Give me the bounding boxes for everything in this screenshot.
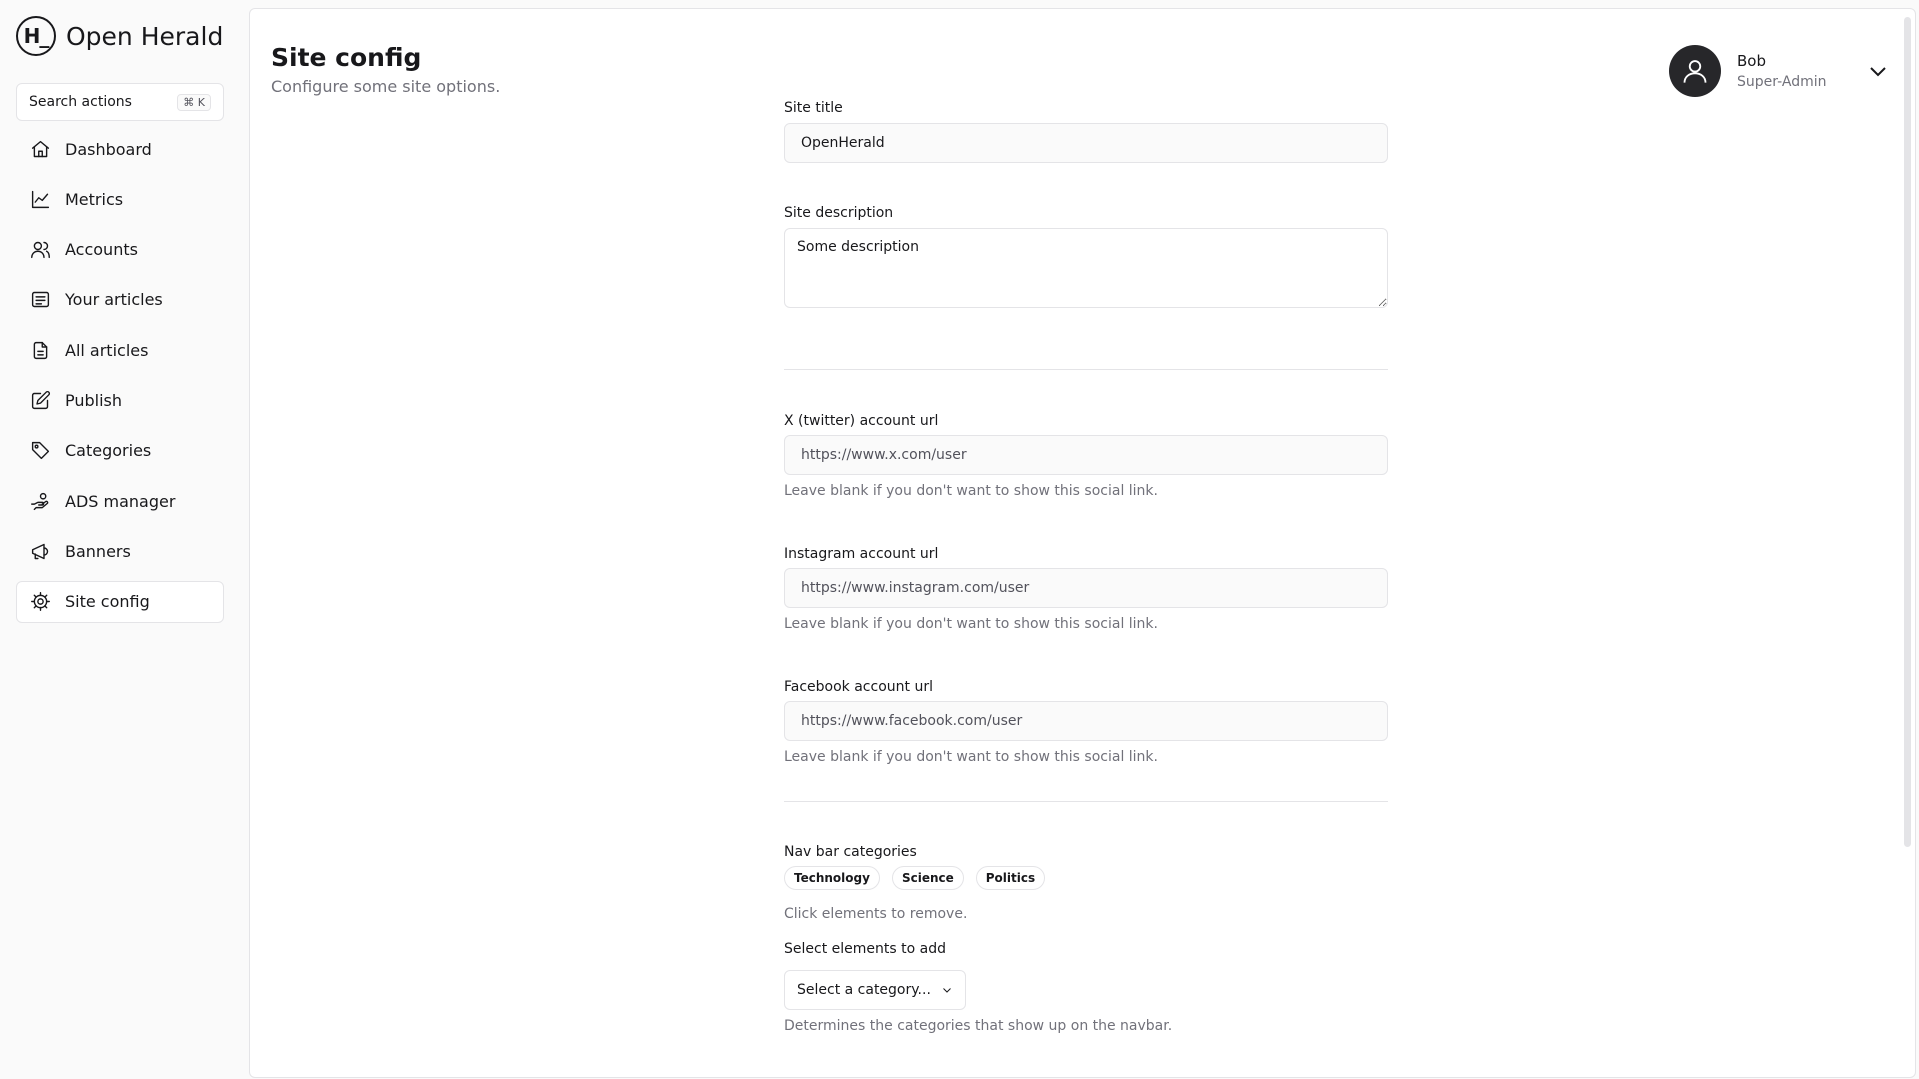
section-divider (784, 369, 1388, 370)
sidebar-item-label: Publish (65, 390, 123, 410)
avatar (1669, 45, 1721, 97)
sidebar: H_ Open Herald Search actions ⌘ K Dashbo… (0, 0, 249, 1079)
search-actions-label: Search actions (29, 94, 132, 110)
sidebar-item-label: Categories (65, 441, 152, 461)
site-title-label: Site title (784, 100, 843, 116)
section-divider (784, 801, 1388, 802)
sidebar-item-your-articles[interactable]: Your articles (16, 279, 224, 321)
site-description-textarea[interactable]: Some description (784, 228, 1388, 308)
user-role: Super-Admin (1737, 74, 1827, 90)
nav-categories-label: Nav bar categories (784, 844, 917, 860)
user-menu[interactable]: Bob Super-Admin (1669, 45, 1891, 97)
user-menu-toggle[interactable] (1865, 58, 1891, 84)
facebook-url-label: Facebook account url (784, 679, 933, 695)
facebook-url-help: Leave blank if you don't want to show th… (784, 749, 1158, 765)
add-categories-label: Select elements to add (784, 941, 946, 957)
files-icon (29, 339, 51, 361)
user-name: Bob (1737, 52, 1766, 70)
gear-icon (29, 591, 51, 613)
category-chip-technology[interactable]: Technology (784, 866, 880, 890)
page-subtitle: Configure some site options. (271, 77, 501, 96)
sidebar-item-label: ADS manager (65, 491, 176, 511)
sidebar-item-banners[interactable]: Banners (16, 530, 224, 572)
facebook-url-input[interactable] (784, 701, 1388, 741)
instagram-url-label: Instagram account url (784, 546, 939, 562)
sidebar-item-label: All articles (65, 340, 149, 360)
list-icon (29, 289, 51, 311)
search-shortcut-badge: ⌘ K (177, 93, 211, 111)
users-icon (29, 239, 51, 261)
sidebar-item-accounts[interactable]: Accounts (16, 229, 224, 271)
home-icon (29, 138, 51, 160)
twitter-url-help: Leave blank if you don't want to show th… (784, 483, 1158, 499)
sidebar-item-metrics[interactable]: Metrics (16, 178, 224, 220)
user-icon (1683, 60, 1707, 83)
sidebar-item-label: Banners (65, 541, 131, 561)
twitter-url-input[interactable] (784, 435, 1388, 475)
brand-name: Open Herald (66, 21, 224, 51)
brand-logo[interactable]: H_ Open Herald (16, 16, 223, 56)
category-select-value: Select a category... (797, 982, 931, 998)
site-title-input[interactable] (784, 123, 1388, 163)
category-select[interactable]: Select a category... (784, 970, 966, 1010)
logo-mark-icon: H_ (16, 16, 56, 56)
site-description-label: Site description (784, 205, 894, 221)
sidebar-item-label: Site config (65, 592, 150, 612)
sidebar-item-ads-manager[interactable]: ADS manager (16, 480, 224, 522)
user-info: Bob Super-Admin (1737, 52, 1857, 90)
category-chip-science[interactable]: Science (891, 866, 964, 890)
sidebar-item-label: Accounts (65, 240, 138, 260)
main-panel: Site config Configure some site options.… (249, 8, 1916, 1078)
sidebar-item-label: Dashboard (65, 139, 152, 159)
line-chart-icon (29, 188, 51, 210)
instagram-url-input[interactable] (784, 568, 1388, 608)
chevron-down-icon (943, 988, 951, 993)
megaphone-icon (29, 540, 51, 562)
sidebar-item-all-articles[interactable]: All articles (16, 329, 224, 371)
nav-categories-chips-help: Click elements to remove. (784, 906, 968, 922)
sidebar-item-site-config[interactable]: Site config (16, 580, 224, 623)
sidebar-item-dashboard[interactable]: Dashboard (16, 128, 224, 170)
search-actions-button[interactable]: Search actions ⌘ K (16, 83, 224, 121)
instagram-url-help: Leave blank if you don't want to show th… (784, 616, 1158, 632)
nav-categories-help: Determines the categories that show up o… (784, 1018, 1173, 1034)
tag-icon (29, 440, 51, 462)
scrollbar[interactable] (1904, 17, 1911, 847)
sidebar-item-label: Metrics (65, 189, 124, 209)
sidebar-nav: Dashboard Metrics Accounts Your articles… (16, 128, 224, 631)
category-chip-politics[interactable]: Politics (975, 866, 1046, 890)
nav-categories-chips: Technology Science Politics (784, 866, 1057, 890)
twitter-url-label: X (twitter) account url (784, 413, 939, 429)
chevron-down-icon (1870, 67, 1886, 77)
page-title: Site config (271, 43, 422, 72)
edit-icon (29, 389, 51, 411)
sidebar-item-categories[interactable]: Categories (16, 430, 224, 472)
sidebar-item-label: Your articles (65, 290, 163, 310)
hand-coins-icon (29, 490, 51, 512)
sidebar-item-publish[interactable]: Publish (16, 379, 224, 421)
